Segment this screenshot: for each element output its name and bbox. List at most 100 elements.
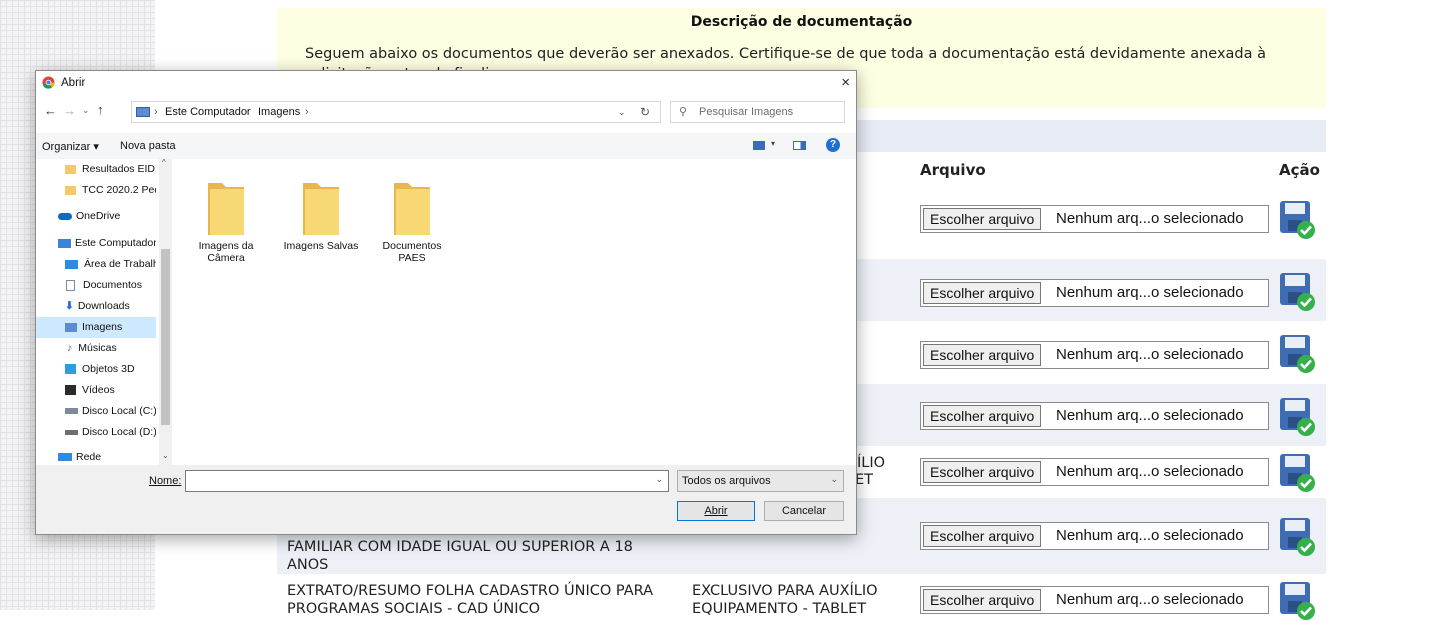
file-status: Nenhum arq...o selecionado bbox=[1056, 407, 1244, 424]
folder-label: Imagens Salvas bbox=[283, 240, 359, 252]
cancel-button[interactable]: Cancelar bbox=[764, 501, 844, 521]
open-button-label: Abrir bbox=[704, 505, 728, 517]
file-status: Nenhum arq...o selecionado bbox=[1056, 346, 1244, 363]
folder-icon bbox=[303, 183, 339, 235]
folder-icon bbox=[65, 185, 76, 195]
nav-item-imagens[interactable]: Imagens bbox=[36, 317, 156, 338]
navigation-pane: Resultados EID fi TCC 2020.2 Peda OneDri… bbox=[36, 159, 172, 465]
search-input[interactable]: ⚲ Pesquisar Imagens bbox=[670, 101, 845, 123]
file-status: Nenhum arq...o selecionado bbox=[1056, 463, 1244, 480]
help-icon[interactable]: ? bbox=[826, 138, 840, 152]
pictures-icon bbox=[65, 322, 77, 332]
file-input[interactable]: Escolher arquivo Nenhum arq...o selecion… bbox=[920, 402, 1269, 430]
file-input[interactable]: Escolher arquivo Nenhum arq...o selecion… bbox=[920, 205, 1269, 233]
music-icon: ♪ bbox=[67, 342, 73, 354]
nav-item-downloads[interactable]: ⬇ Downloads bbox=[36, 296, 156, 317]
search-placeholder: Pesquisar Imagens bbox=[699, 106, 794, 118]
video-icon bbox=[65, 385, 76, 396]
close-icon[interactable]: × bbox=[841, 74, 850, 91]
new-folder-button[interactable]: Nova pasta bbox=[120, 140, 176, 152]
chevron-up-icon[interactable]: ^ bbox=[162, 158, 166, 167]
choose-file-button[interactable]: Escolher arquivo bbox=[923, 208, 1042, 230]
description-title: Descrição de documentação bbox=[690, 14, 913, 30]
save-check-icon[interactable] bbox=[1278, 199, 1316, 239]
choose-file-button[interactable]: Escolher arquivo bbox=[923, 405, 1042, 427]
choose-file-button[interactable]: Escolher arquivo bbox=[923, 282, 1042, 304]
view-options-icon[interactable] bbox=[753, 141, 765, 150]
folder-item[interactable]: Documentos PAES bbox=[372, 173, 452, 264]
nav-item-label: Resultados EID fi bbox=[82, 163, 156, 175]
nav-item-tcc[interactable]: TCC 2020.2 Peda bbox=[36, 180, 156, 201]
row-text: EXCLUSIVO PARA AUXÍLIO bbox=[692, 583, 878, 599]
nav-item-label: TCC 2020.2 Peda bbox=[82, 184, 156, 196]
nav-item-objetos-3d[interactable]: Objetos 3D bbox=[36, 359, 156, 380]
filename-input[interactable]: ⌄ bbox=[185, 470, 669, 492]
nav-item-rede[interactable]: Rede bbox=[36, 449, 156, 465]
breadcrumb-images[interactable]: Imagens bbox=[258, 106, 300, 118]
refresh-icon[interactable]: ↻ bbox=[640, 105, 650, 119]
choose-file-button[interactable]: Escolher arquivo bbox=[923, 525, 1042, 547]
organize-button[interactable]: Organizar ▾ bbox=[42, 140, 99, 153]
nav-item-resultados[interactable]: Resultados EID fi bbox=[36, 159, 156, 180]
download-icon: ⬇ bbox=[65, 300, 74, 312]
nav-item-label: OneDrive bbox=[76, 210, 121, 222]
nav-item-label: Objetos 3D bbox=[82, 363, 135, 375]
scrollbar-thumb[interactable] bbox=[161, 249, 170, 425]
search-icon: ⚲ bbox=[679, 106, 688, 118]
forward-arrow-icon[interactable]: → bbox=[63, 103, 76, 118]
file-status: Nenhum arq...o selecionado bbox=[1056, 284, 1244, 301]
folder-icon bbox=[208, 183, 244, 235]
nav-item-area-trabalho[interactable]: Área de Trabalho bbox=[36, 254, 156, 275]
dialog-toolbar: Organizar ▾ Nova pasta ▾ ? bbox=[36, 133, 856, 159]
nav-item-musicas[interactable]: ♪ Músicas bbox=[36, 338, 156, 359]
breadcrumb-computer[interactable]: Este Computador bbox=[165, 106, 251, 118]
choose-file-button[interactable]: Escolher arquivo bbox=[923, 461, 1042, 483]
save-check-icon[interactable] bbox=[1278, 333, 1316, 373]
chevron-down-icon[interactable]: ▾ bbox=[771, 139, 775, 148]
folder-item[interactable]: Imagens Salvas bbox=[281, 173, 361, 252]
nav-item-videos[interactable]: Vídeos bbox=[36, 380, 156, 401]
nav-item-label: Área de Trabalho bbox=[84, 258, 156, 270]
chevron-down-icon[interactable]: ⌄ bbox=[655, 474, 663, 485]
choose-file-button[interactable]: Escolher arquivo bbox=[923, 589, 1042, 611]
file-status: Nenhum arq...o selecionado bbox=[1056, 591, 1244, 608]
back-arrow-icon[interactable]: ← bbox=[44, 103, 57, 118]
file-input[interactable]: Escolher arquivo Nenhum arq...o selecion… bbox=[920, 522, 1269, 550]
dialog-titlebar[interactable]: Abrir × bbox=[36, 71, 856, 95]
nav-item-este-computador[interactable]: Este Computador bbox=[36, 233, 156, 254]
dialog-title: Abrir bbox=[61, 77, 86, 89]
open-button[interactable]: Abrir bbox=[677, 501, 755, 521]
chevron-down-icon[interactable]: ⌄ bbox=[618, 107, 626, 118]
file-list: Imagens da Câmera Imagens Salvas Documen… bbox=[174, 159, 854, 465]
nav-scrollbar[interactable]: ^ ⌄ bbox=[159, 158, 172, 465]
preview-pane-icon[interactable] bbox=[793, 141, 806, 150]
save-check-icon[interactable] bbox=[1278, 580, 1316, 620]
choose-file-button[interactable]: Escolher arquivo bbox=[923, 344, 1042, 366]
nav-item-documentos[interactable]: Documentos bbox=[36, 275, 156, 296]
folder-item[interactable]: Imagens da Câmera bbox=[186, 173, 266, 264]
nav-item-disco-c[interactable]: Disco Local (C:) bbox=[36, 401, 156, 422]
save-check-icon[interactable] bbox=[1278, 452, 1316, 492]
file-input[interactable]: Escolher arquivo Nenhum arq...o selecion… bbox=[920, 279, 1269, 307]
drive-icon bbox=[65, 408, 78, 415]
chevron-down-icon[interactable]: ⌄ bbox=[162, 451, 169, 460]
cancel-button-label: Cancelar bbox=[781, 505, 827, 517]
recent-chevron-icon[interactable]: ⌄ bbox=[82, 105, 90, 116]
save-check-icon[interactable] bbox=[1278, 271, 1316, 311]
up-arrow-icon[interactable]: ↑ bbox=[97, 102, 104, 117]
nav-item-disco-d[interactable]: Disco Local (D:) bbox=[36, 422, 156, 443]
file-input[interactable]: Escolher arquivo Nenhum arq...o selecion… bbox=[920, 458, 1269, 486]
nav-item-onedrive[interactable]: OneDrive bbox=[36, 206, 156, 227]
file-status: Nenhum arq...o selecionado bbox=[1056, 210, 1244, 227]
table-row: EXTRATO/RESUMO FOLHA CADASTRO ÚNICO PARA… bbox=[277, 574, 1326, 620]
pictures-icon bbox=[136, 107, 150, 117]
breadcrumb[interactable]: › Este Computador › Imagens › ⌄ ↻ bbox=[131, 101, 661, 123]
save-check-icon[interactable] bbox=[1278, 396, 1316, 436]
filetype-select[interactable]: Todos os arquivos ⌄ bbox=[677, 470, 844, 492]
save-check-icon[interactable] bbox=[1278, 516, 1316, 556]
open-file-dialog: Abrir × ← → ⌄ ↑ › Este Computador › Imag… bbox=[35, 70, 857, 535]
chrome-icon bbox=[42, 76, 55, 89]
header-acao: Ação bbox=[1279, 161, 1320, 179]
file-input[interactable]: Escolher arquivo Nenhum arq...o selecion… bbox=[920, 341, 1269, 369]
nav-item-label: Rede bbox=[76, 451, 102, 463]
